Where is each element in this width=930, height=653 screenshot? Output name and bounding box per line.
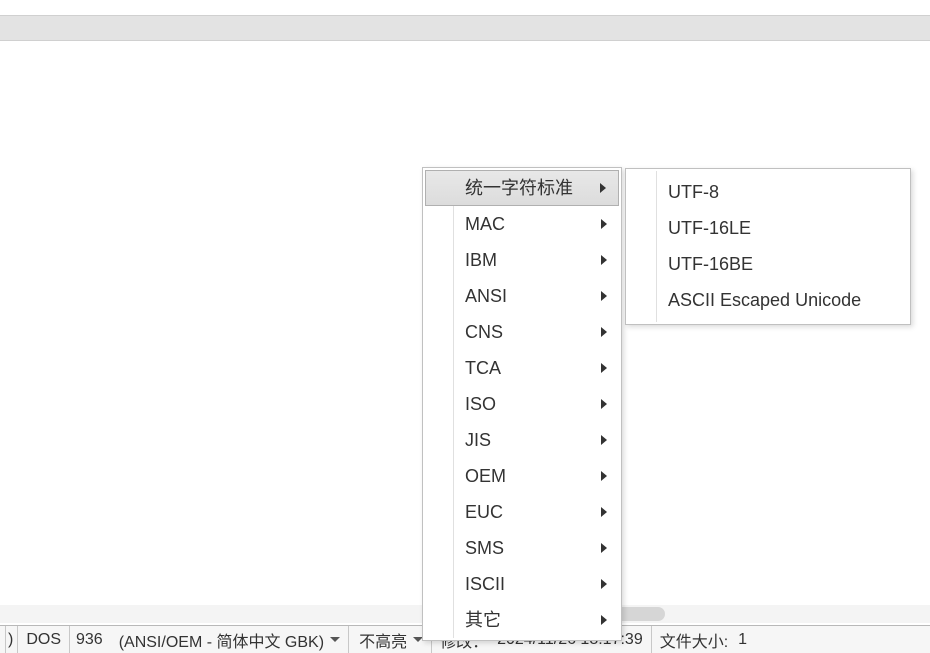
menu-item-tca[interactable]: TCA — [425, 350, 619, 386]
chevron-right-icon — [601, 255, 607, 265]
menu-item-label: ASCII Escaped Unicode — [668, 288, 861, 312]
chevron-right-icon — [601, 435, 607, 445]
menu-item-ansi[interactable]: ANSI — [425, 278, 619, 314]
status-value: 1 — [738, 631, 747, 649]
status-encoding[interactable]: (ANSI/OEM - 简体中文 GBK) — [109, 626, 349, 653]
menu-item-utf8[interactable]: UTF-8 — [628, 174, 908, 210]
status-syntax-highlight[interactable]: 不高亮 — [349, 626, 432, 653]
menu-item-label: UTF-16BE — [668, 252, 753, 276]
chevron-right-icon — [601, 543, 607, 553]
menu-item-unified-charset[interactable]: 统一字符标准 — [425, 170, 619, 206]
menu-item-label: UTF-8 — [668, 180, 719, 204]
menu-item-sms[interactable]: SMS — [425, 530, 619, 566]
status-text: ) — [8, 631, 13, 649]
menu-item-label: MAC — [465, 212, 505, 236]
chevron-right-icon — [601, 615, 607, 625]
menu-item-label: CNS — [465, 320, 503, 344]
menu-item-utf16le[interactable]: UTF-16LE — [628, 210, 908, 246]
status-text: DOS — [26, 631, 61, 649]
menu-item-ascii-escaped-unicode[interactable]: ASCII Escaped Unicode — [628, 282, 908, 318]
menu-item-cns[interactable]: CNS — [425, 314, 619, 350]
menu-item-label: JIS — [465, 428, 491, 452]
menu-item-other[interactable]: 其它 — [425, 602, 619, 638]
chevron-right-icon — [601, 579, 607, 589]
status-text: 不高亮 — [359, 628, 407, 652]
menu-item-label: SMS — [465, 536, 504, 560]
chevron-right-icon — [601, 291, 607, 301]
chevron-right-icon — [601, 363, 607, 373]
menu-item-label: OEM — [465, 464, 506, 488]
menu-item-label: TCA — [465, 356, 501, 380]
chevron-right-icon — [601, 507, 607, 517]
chevron-right-icon — [600, 183, 606, 193]
status-filesize: 文件大小: 1 — [652, 626, 747, 653]
menu-item-label: ISO — [465, 392, 496, 416]
status-codepage[interactable]: 936 — [70, 626, 109, 653]
chevron-down-icon — [330, 637, 340, 642]
menu-item-oem[interactable]: OEM — [425, 458, 619, 494]
menu-item-iscii[interactable]: ISCII — [425, 566, 619, 602]
status-text: (ANSI/OEM - 简体中文 GBK) — [119, 628, 324, 652]
chevron-right-icon — [601, 219, 607, 229]
menu-item-iso[interactable]: ISO — [425, 386, 619, 422]
status-line-ending[interactable]: DOS — [18, 626, 70, 653]
menu-item-label: IBM — [465, 248, 497, 272]
top-toolbar — [0, 15, 930, 41]
status-text: 936 — [76, 631, 103, 649]
menu-item-mac[interactable]: MAC — [425, 206, 619, 242]
menu-item-label: EUC — [465, 500, 503, 524]
chevron-right-icon — [601, 327, 607, 337]
menu-item-label: ISCII — [465, 572, 505, 596]
status-partial-paren: ) — [6, 626, 18, 653]
menu-item-jis[interactable]: JIS — [425, 422, 619, 458]
menu-item-euc[interactable]: EUC — [425, 494, 619, 530]
menu-item-ibm[interactable]: IBM — [425, 242, 619, 278]
encoding-submenu: UTF-8 UTF-16LE UTF-16BE ASCII Escaped Un… — [625, 168, 911, 325]
status-label: 文件大小: — [660, 628, 728, 652]
menu-item-label: UTF-16LE — [668, 216, 751, 240]
chevron-right-icon — [601, 471, 607, 481]
chevron-right-icon — [601, 399, 607, 409]
menu-item-label: ANSI — [465, 284, 507, 308]
menu-item-label: 统一字符标准 — [465, 176, 573, 200]
menu-item-utf16be[interactable]: UTF-16BE — [628, 246, 908, 282]
encoding-menu: 统一字符标准 MAC IBM ANSI CNS TCA ISO JIS OEM … — [422, 167, 622, 641]
menu-item-label: 其它 — [465, 608, 501, 632]
